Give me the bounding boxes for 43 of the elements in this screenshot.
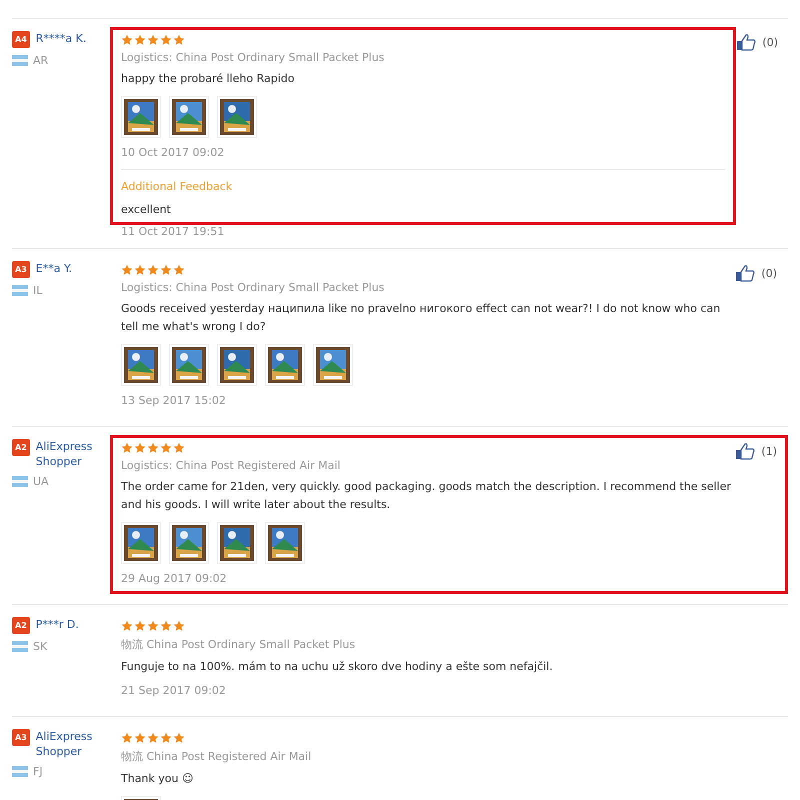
flag-icon <box>12 55 28 66</box>
review-text: Funguje to na 100%. mám to na uchu už skoro dve hodiny a ešte som nefajčil. <box>121 659 554 675</box>
reviewer-name[interactable]: AliExpress Shopper <box>36 439 104 469</box>
level-badge: A2 <box>12 617 30 634</box>
review-date: 13 Sep 2017 15:02 <box>121 394 227 407</box>
followup-text: excellent <box>121 203 172 216</box>
logistics-text: 物流 China Post Registered Air Mail <box>121 749 312 764</box>
logistics-text: 物流 China Post Ordinary Small Packet Plus <box>121 637 356 652</box>
country-code: IL <box>33 284 42 297</box>
level-badge: A3 <box>12 729 30 746</box>
reviewer-name[interactable]: AliExpress Shopper <box>36 729 104 759</box>
review-date: 29 Aug 2017 09:02 <box>121 572 228 585</box>
like-button[interactable]: (1) <box>735 442 777 460</box>
review-text: The order came for 21den, very quickly. good packaging. goods match the description. I recommend the seller and his goods. I will write later about the results. <box>121 479 732 513</box>
country-code: AR <box>33 54 48 67</box>
followup-date: 11 Oct 2017 19:51 <box>120 225 226 238</box>
country-code: SK <box>33 640 48 653</box>
review-text: happy the probaré lleho Rapido <box>121 71 296 87</box>
flag-icon <box>12 766 28 777</box>
like-button[interactable]: (0) <box>735 264 777 282</box>
reviewer-name[interactable]: P***r D. <box>36 617 79 632</box>
flag-icon <box>12 285 28 296</box>
level-badge: A3 <box>12 261 30 278</box>
logistics-text: Logistics: China Post Ordinary Small Packet Plus <box>121 281 386 294</box>
thumbs-up-icon <box>735 442 756 460</box>
thumbs-up-icon <box>736 33 756 51</box>
flag-icon <box>12 476 28 487</box>
logistics-text: Logistics: China Post Ordinary Small Packet Plus <box>121 51 386 64</box>
like-button[interactable]: (0) <box>736 33 778 51</box>
country-code: FJ <box>33 765 43 778</box>
thumbs-up-icon <box>735 264 756 282</box>
logistics-text: Logistics: China Post Registered Air Mail <box>121 459 342 472</box>
review-date: 10 Oct 2017 09:02 <box>121 146 226 159</box>
review-text: Goods received yesterday наципила like no pravelno нигокого effect can not wear?! I do not know who can tell me what's wrong I do? <box>121 301 722 335</box>
reviewer-name[interactable]: E**a Y. <box>36 261 72 276</box>
reviewer-name[interactable]: R****a K. <box>36 31 86 46</box>
level-badge: A2 <box>12 439 30 456</box>
flag-icon <box>12 641 28 652</box>
review-date: 21 Sep 2017 09:02 <box>121 684 227 697</box>
additional-feedback-label: Additional Feedback <box>121 180 234 193</box>
level-badge: A4 <box>12 31 30 48</box>
country-code: UA <box>33 475 49 488</box>
review-text: Thank you ☺ <box>121 771 194 787</box>
